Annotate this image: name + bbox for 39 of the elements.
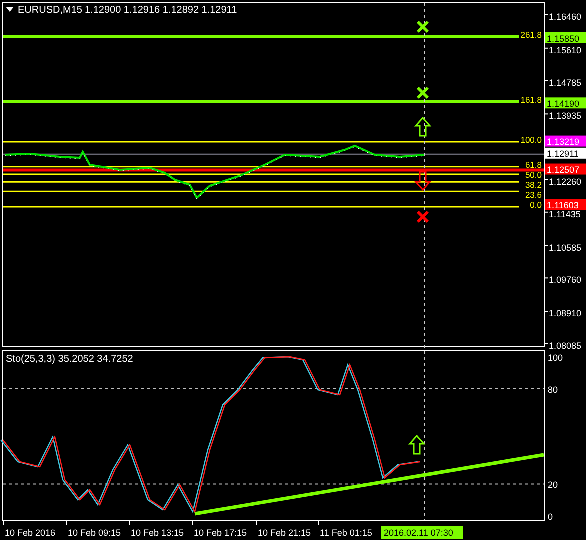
- price-tag: 1.11603: [545, 199, 586, 211]
- price-axis-label: 1.14785: [549, 78, 582, 88]
- time-axis-label: 10 Feb 2016: [5, 528, 56, 538]
- price-tag: 1.15850: [545, 32, 586, 44]
- price-axis-label: 1.12260: [549, 176, 582, 187]
- price-axis-label: 1.11435: [549, 209, 581, 220]
- time-axis-label: 11 Feb 01:15: [320, 528, 372, 538]
- price-tag: 1.12911: [545, 148, 586, 160]
- indicator-axis-label: 100: [548, 353, 564, 363]
- price-axis-label: 1.10585: [549, 242, 582, 253]
- indicator-axis-label: 20: [548, 480, 558, 490]
- price-axis-label: 1.13935: [549, 111, 582, 122]
- indicator-axis-label: 0: [548, 512, 554, 522]
- price-axis-label: 1.15610: [549, 45, 582, 56]
- price-axis-label: 1.08910: [549, 308, 582, 319]
- fibonacci-level-label: 161.8: [520, 94, 542, 105]
- fibonacci-level-label: 0.0: [530, 200, 542, 210]
- fibonacci-level-label: 100.0: [520, 135, 542, 145]
- price-tag: 1.14190: [545, 98, 586, 109]
- time-axis-label: 10 Feb 13:15: [131, 528, 184, 538]
- price-axis-label: 1.09760: [549, 275, 582, 286]
- price-tag: 1.13219: [545, 136, 586, 148]
- price-axis-label: 1.16460: [549, 12, 582, 22]
- symbol-label: EURUSD,M15: [18, 5, 82, 16]
- price-axis-label: 1.08085: [549, 340, 582, 351]
- ohlc-values: 1.12900 1.12916 1.12892 1.12911: [85, 5, 238, 16]
- fibonacci-level-label: 61.8: [525, 160, 542, 170]
- time-axis-label: 10 Feb 09:15: [68, 528, 122, 538]
- fibonacci-level-label: 38.2: [525, 180, 542, 190]
- indicator-axis-label: 80: [548, 384, 558, 395]
- time-axis-label: 10 Feb 17:15: [194, 528, 248, 538]
- indicator-label: Sto(25,3,3) 35.2052 34.7252: [6, 354, 134, 365]
- price-tag: 1.12507: [545, 164, 586, 176]
- fibonacci-level-label: 261.8: [520, 30, 542, 40]
- time-axis-label: 10 Feb 21:15: [258, 528, 312, 538]
- time-cursor-tag: 2016.02.11 07:30: [381, 526, 463, 539]
- fibonacci-level-label: 23.6: [525, 190, 542, 200]
- fibonacci-level-label: 50.0: [525, 170, 542, 180]
- dropdown-icon[interactable]: [6, 7, 14, 12]
